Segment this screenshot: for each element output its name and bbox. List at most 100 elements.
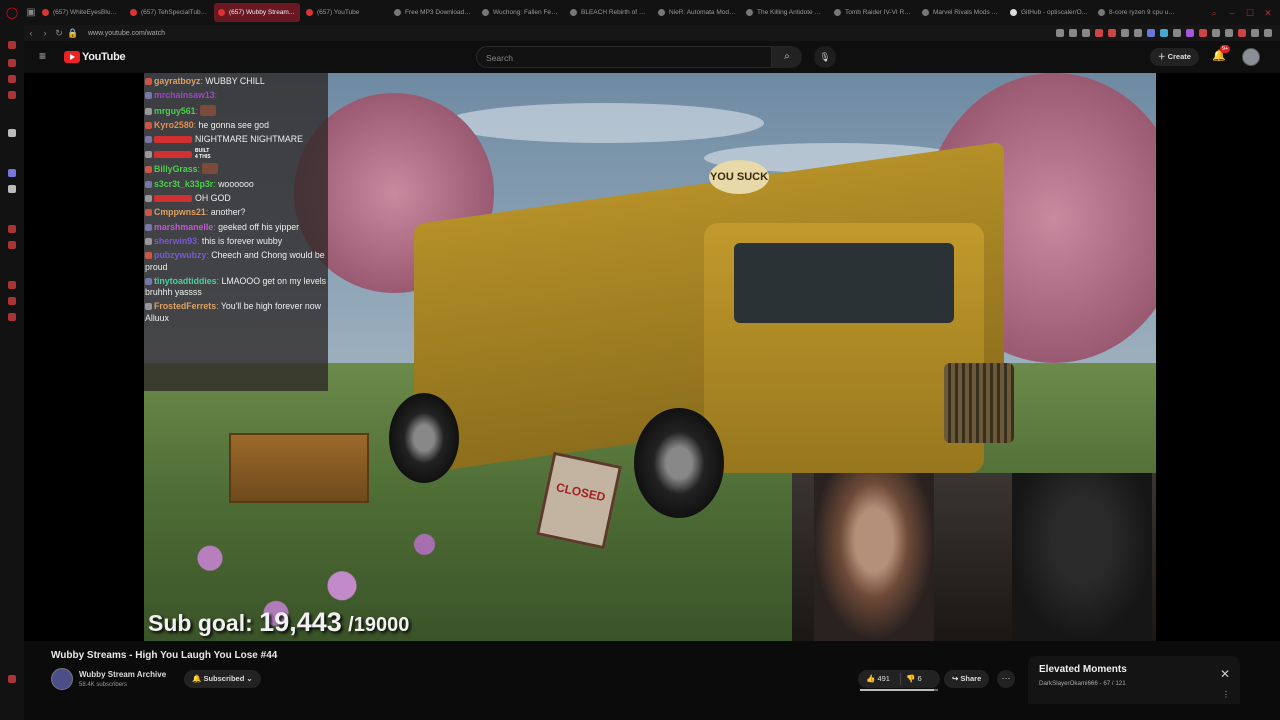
sidebar-icon-4[interactable] — [8, 91, 16, 99]
more-actions-button[interactable]: ⋯ — [997, 670, 1015, 688]
video-info: Wubby Streams - High You Laugh You Lose … — [24, 641, 1280, 720]
browser-tab[interactable]: BLEACH Rebirth of So... — [566, 3, 652, 22]
share-button[interactable]: ↪ Share — [944, 670, 990, 688]
url-field[interactable]: www.youtube.com/watch — [88, 30, 165, 37]
browser-tab[interactable]: (657) WhiteEyesBlueB... — [38, 3, 124, 22]
messenger-icon[interactable] — [8, 169, 16, 177]
extension-icon[interactable] — [1069, 29, 1077, 37]
browser-tab[interactable]: Free MP3 Downloader... — [390, 3, 476, 22]
chat-username: mrchainsaw13 — [154, 90, 215, 101]
tab-favicon-icon — [130, 9, 137, 16]
browser-tab[interactable]: Marvel Rivals Mods - ... — [918, 3, 1004, 22]
search-input[interactable]: Search — [476, 46, 772, 68]
chat-badge-icon — [145, 223, 152, 231]
like-button[interactable]: 👍 491 — [866, 670, 890, 688]
chat-username: FrostedFerrets — [154, 301, 217, 312]
tab-label: BLEACH Rebirth of So... — [581, 9, 648, 16]
browser-tab[interactable]: (657) TehSpecialTubb... — [126, 3, 212, 22]
playlist-owner[interactable]: DarkSlayerOkami666 — [1039, 680, 1098, 687]
browser-tab[interactable]: GitHub - optiscaler/O... — [1006, 3, 1092, 22]
extension-icon[interactable] — [1082, 29, 1090, 37]
maximize-icon[interactable]: ☐ — [1244, 7, 1256, 19]
search-tabs-icon[interactable]: ⌕ — [1208, 7, 1220, 19]
chat-username: marshmanelle — [154, 221, 214, 232]
browser-tab[interactable]: 8-core ryzen 9 cpu un... — [1094, 3, 1180, 22]
extension-icon[interactable] — [1212, 29, 1220, 37]
browser-tab[interactable]: NieR: Automata Mods... — [654, 3, 740, 22]
browser-tab[interactable]: Wuchong: Fallen Feath... — [478, 3, 564, 22]
browser-tab[interactable]: (657) YouTube — [302, 3, 388, 22]
sidebar-icon-10[interactable] — [8, 313, 16, 321]
menu-icon[interactable] — [1264, 29, 1272, 37]
chat-badge-icon — [145, 136, 152, 144]
close-window-icon[interactable]: ✕ — [1262, 7, 1274, 19]
create-button[interactable]: ＋ Create — [1150, 48, 1199, 66]
browser-tab[interactable]: Tomb Raider IV-VI Re... — [830, 3, 916, 22]
browser-tab[interactable]: (657) Wubby Stream... — [214, 3, 300, 22]
opera-icon[interactable]: ◯ — [0, 0, 24, 25]
extension-icon[interactable] — [1225, 29, 1233, 37]
chat-badge-icon — [145, 107, 152, 115]
tab-label: NieR: Automata Mods... — [669, 9, 736, 16]
extension-icon[interactable] — [1251, 29, 1259, 37]
playlist-title[interactable]: Elevated Moments — [1039, 664, 1127, 675]
sidebar-icon-8[interactable] — [8, 281, 16, 289]
sidebar-icon-7[interactable] — [8, 241, 16, 249]
video-frame[interactable]: YOU SUCK CLOSED Sub goal: 19,443 /19000 … — [144, 73, 1156, 641]
sidebar-icon-1[interactable] — [8, 41, 16, 49]
chat-message: sherwin93: this is forever wubby — [145, 234, 328, 248]
subscribed-button[interactable]: 🔔 Subscribed ⌄ — [184, 670, 261, 688]
tab-favicon-icon — [306, 9, 313, 16]
extension-icon[interactable] — [1186, 29, 1194, 37]
forward-icon[interactable]: › — [38, 28, 52, 38]
zoom-icon[interactable] — [1056, 29, 1064, 37]
extension-icon[interactable] — [1160, 29, 1168, 37]
reload-icon[interactable]: ↻ — [52, 28, 66, 39]
extension-icon[interactable] — [1238, 29, 1246, 37]
search-button[interactable]: ⌕ — [772, 46, 802, 68]
x-icon[interactable] — [8, 185, 16, 193]
chat-text: this is forever wubby — [201, 235, 283, 246]
video-player[interactable]: YOU SUCK CLOSED Sub goal: 19,443 /19000 … — [24, 73, 1280, 641]
extension-icon[interactable] — [1147, 29, 1155, 37]
tab-favicon-icon — [42, 9, 49, 16]
chat-badge-icon — [145, 180, 152, 188]
minimize-icon[interactable]: – — [1226, 7, 1238, 19]
address-bar: ‹ › ↻ 🔒 www.youtube.com/watch — [24, 25, 1280, 41]
extension-icon[interactable] — [1173, 29, 1181, 37]
sidebar-icon-2[interactable] — [8, 59, 16, 67]
streamer-left — [814, 473, 934, 641]
extension-icon[interactable] — [1199, 29, 1207, 37]
sidebar-more-icon[interactable] — [8, 675, 16, 683]
extension-icon[interactable] — [1134, 29, 1142, 37]
user-avatar[interactable] — [1242, 48, 1260, 66]
youtube-play-icon — [64, 51, 80, 63]
extension-icon[interactable] — [1095, 29, 1103, 37]
browser-tab-strip: ◯ ▣ (657) WhiteEyesBlueB... (657) TehSpec… — [0, 0, 1280, 25]
chat-username-obscured — [154, 195, 192, 203]
channel-name[interactable]: Wubby Stream Archive — [79, 670, 166, 679]
sidebar-icon-3[interactable] — [8, 75, 16, 83]
browser-tab[interactable]: The Killing Antidote M... — [742, 3, 828, 22]
chat-text: WUBBY CHILL — [205, 76, 265, 86]
dislike-button[interactable]: 👎 6 — [906, 670, 922, 688]
tab-menu-icon[interactable]: ▣ — [24, 7, 38, 18]
extension-icon[interactable] — [1108, 29, 1116, 37]
youtube-logo[interactable]: YouTube — [64, 51, 126, 63]
back-icon[interactable]: ‹ — [24, 28, 38, 38]
chat-message: mrchainsaw13: — [145, 88, 328, 102]
chat-message: s3cr3t_k33p3r: woooooo — [145, 177, 328, 191]
chat-badge-icon — [145, 252, 152, 260]
chat-username: s3cr3t_k33p3r — [154, 178, 214, 189]
sidebar-icon-5[interactable] — [8, 129, 16, 137]
extension-icon[interactable] — [1121, 29, 1129, 37]
close-icon[interactable]: ✕ — [1220, 667, 1230, 681]
voice-search-button[interactable]: 🎙 — [814, 46, 836, 68]
channel-avatar[interactable] — [51, 668, 73, 690]
menu-icon[interactable]: ≡ — [39, 50, 51, 62]
like-ratio-bar — [860, 689, 938, 691]
sidebar-icon-6[interactable] — [8, 225, 16, 233]
playlist-menu-icon[interactable]: ⋮ — [1222, 690, 1230, 699]
chat-message: OH GOD — [145, 191, 328, 205]
sidebar-icon-9[interactable] — [8, 297, 16, 305]
